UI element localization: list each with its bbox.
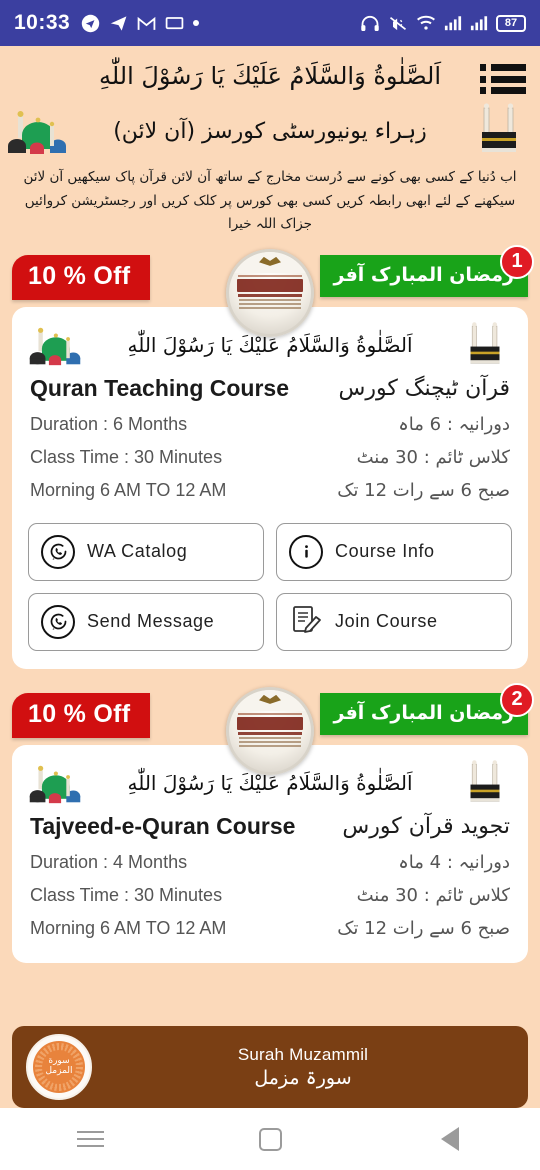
card-2-title-row: Tajveed-e-Quran Course تجوید قرآن کورس xyxy=(28,801,512,846)
course-title-ur: تجوید قرآن کورس xyxy=(342,813,510,839)
course-title-en: Quran Teaching Course xyxy=(30,374,290,401)
discount-badge: 10 % Off xyxy=(12,254,151,300)
detail-ur: کلاس ٹائم : 30 منٹ xyxy=(356,884,510,906)
detail-en: Class Time : 30 Minutes xyxy=(30,446,223,467)
description-line-1: اب دُنیا کے کسی بھی کونے سے دُرست مخارج … xyxy=(23,169,517,185)
whatsapp-icon xyxy=(41,534,75,569)
detail-en: Morning 6 AM TO 12 AM xyxy=(30,479,227,500)
course-detail-row: Class Time : 30 Minutes کلاس ٹائم : 30 م… xyxy=(28,879,512,912)
signal-icon-1 xyxy=(444,16,462,31)
course-title-ur: قرآن ٹیچنگ کورس xyxy=(338,375,510,401)
status-system-icons: 87 xyxy=(360,14,526,32)
detail-ur: دورانیہ : 4 ماہ xyxy=(398,851,510,873)
course-card-2[interactable]: 10 % Off رمضان المبارک آفر 2 اَلصَّلٰوةُ… xyxy=(12,682,534,963)
course-info-button[interactable]: Course Info xyxy=(276,522,512,581)
join-course-label: Join Course xyxy=(335,611,438,632)
battery-icon: 87 xyxy=(496,14,526,32)
info-icon xyxy=(289,534,323,569)
telegram-icon xyxy=(82,14,100,32)
status-time: 10:33 xyxy=(14,11,71,34)
status-bar: 10:33 87 xyxy=(0,0,540,46)
gmail-icon xyxy=(137,16,156,30)
detail-ur: صبح 6 سے رات 12 تک xyxy=(337,479,510,501)
detail-ur: کلاس ٹائم : 30 منٹ xyxy=(356,446,510,468)
android-nav-bar xyxy=(0,1108,540,1170)
header-calligraphy: اَلصَّلٰوةُ وَالسَّلَامُ عَلَيْكَ يَا رَ… xyxy=(98,62,442,90)
dot-indicator xyxy=(193,20,200,26)
course-detail-row: Duration : 6 Months دورانیہ : 6 ماہ xyxy=(28,408,512,441)
detail-en: Duration : 6 Months xyxy=(30,413,188,434)
vibrate-icon xyxy=(389,16,407,30)
wifi-icon xyxy=(417,15,435,30)
nav-home-button[interactable] xyxy=(240,1117,300,1161)
detail-ur: صبح 6 سے رات 12 تک xyxy=(337,917,510,939)
kaaba-icon xyxy=(470,760,500,802)
kaaba-icon xyxy=(470,322,500,364)
detail-en: Duration : 4 Months xyxy=(30,851,188,872)
app-screen: 10:33 87 اَلصَّلٰوةُ وَالسَّلَامُ عَلَيْ… xyxy=(0,0,540,1170)
nav-recents-button[interactable] xyxy=(60,1117,120,1161)
player-title-ur: سورۃ مزمل xyxy=(254,1067,352,1089)
card-1-body: اَلصَّلٰوةُ وَالسَّلَامُ عَلَيْكَ يَا رَ… xyxy=(12,306,528,669)
whatsapp-icon xyxy=(41,604,75,639)
kaaba-icon xyxy=(482,103,516,152)
course-card-1[interactable]: 10 % Off رمضان المبارک آفر 1 اَلصَّلٰوةُ… xyxy=(12,244,534,669)
course-detail-row: Duration : 4 Months دورانیہ : 4 ماہ xyxy=(28,846,512,879)
course-detail-row: Morning 6 AM TO 12 AM صبح 6 سے رات 12 تک xyxy=(28,474,512,507)
card-1-badges: 10 % Off رمضان المبارک آفر 1 xyxy=(12,244,534,337)
signal-icon-2 xyxy=(470,16,488,31)
detail-en: Morning 6 AM TO 12 AM xyxy=(30,917,227,938)
course-detail-row: Class Time : 30 Minutes کلاس ٹائم : 30 م… xyxy=(28,441,512,474)
card-2-badges: 10 % Off رمضان المبارک آفر 2 xyxy=(12,682,534,775)
recents-icon xyxy=(76,1131,104,1147)
nav-back-button[interactable] xyxy=(420,1117,480,1161)
player-title-en: Surah Muzammil xyxy=(237,1045,369,1064)
university-title: زہراء یونیورسٹی کورسز (آن لائن) xyxy=(113,118,427,144)
back-icon xyxy=(441,1127,459,1151)
course-detail-row: Morning 6 AM TO 12 AM صبح 6 سے رات 12 تک xyxy=(28,912,512,945)
headphones-icon xyxy=(361,15,379,31)
ramadan-offer-badge: رمضان المبارک آفر xyxy=(319,692,528,735)
green-dome-mosque-icon xyxy=(29,765,81,804)
course-title-en: Tajveed-e-Quran Course xyxy=(30,812,296,839)
description-line-2: سیکھنے کے لئے ابھی رابطہ کریں کسی بھی کو… xyxy=(24,192,516,233)
send-message-button[interactable]: Send Message xyxy=(28,592,264,651)
join-course-button[interactable]: Join Course xyxy=(276,592,512,651)
green-dome-mosque-icon xyxy=(8,111,66,154)
home-icon xyxy=(258,1127,282,1151)
screen-cast-icon xyxy=(165,16,184,29)
card-number-badge: 2 xyxy=(500,682,534,717)
ramadan-offer-badge: رمضان المبارک آفر xyxy=(319,254,528,297)
wa-catalog-label: WA Catalog xyxy=(87,541,188,562)
wa-catalog-button[interactable]: WA Catalog xyxy=(28,522,264,581)
status-notification-icons xyxy=(81,14,200,33)
header-title-row: زہراء یونیورسٹی کورسز (آن لائن) xyxy=(0,102,540,160)
course-emblem-icon[interactable] xyxy=(226,686,314,775)
course-info-label: Course Info xyxy=(335,541,435,562)
send-message-label: Send Message xyxy=(87,611,215,632)
player-titles: Surah Muzammil سورۃ مزمل xyxy=(92,1045,514,1089)
course-emblem-icon[interactable] xyxy=(226,248,314,337)
menu-icon[interactable] xyxy=(480,62,526,96)
send-icon xyxy=(110,15,127,31)
app-header: اَلصَّلٰوةُ وَالسَّلَامُ عَلَيْكَ يَا رَ… xyxy=(0,46,540,249)
audio-player-bar[interactable]: سورة المزمل Surah Muzammil سورۃ مزمل xyxy=(12,1026,528,1108)
detail-en: Class Time : 30 Minutes xyxy=(30,884,223,905)
surah-emblem-icon: سورة المزمل xyxy=(26,1034,92,1100)
discount-badge: 10 % Off xyxy=(12,692,151,738)
detail-ur: دورانیہ : 6 ماہ xyxy=(398,413,510,435)
signup-form-icon xyxy=(289,602,323,641)
card-2-body: اَلصَّلٰوةُ وَالسَّلَامُ عَلَيْكَ يَا رَ… xyxy=(12,744,528,963)
header-top-row: اَلصَّلٰوةُ وَالسَّلَامُ عَلَيْكَ يَا رَ… xyxy=(0,54,540,102)
green-dome-mosque-icon xyxy=(29,327,81,366)
header-description: اب دُنیا کے کسی بھی کونے سے دُرست مخارج … xyxy=(0,160,540,247)
card-1-actions: WA Catalog Course Info Send Message Join… xyxy=(28,507,512,651)
card-1-title-row: Quran Teaching Course قرآن ٹیچنگ کورس xyxy=(28,363,512,408)
surah-emblem-text: سورة المزمل xyxy=(42,1050,76,1084)
card-number-badge: 1 xyxy=(500,244,534,279)
